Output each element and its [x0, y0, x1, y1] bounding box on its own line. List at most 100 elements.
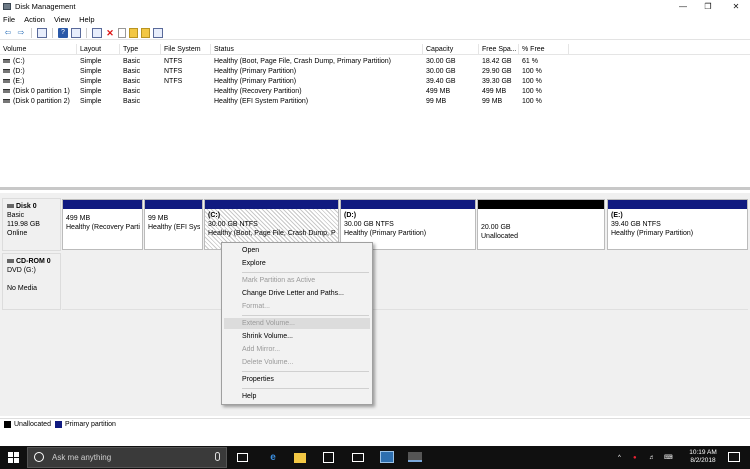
legend-item-unallocated: Unallocated — [4, 421, 51, 428]
menu-item-format[interactable]: Format... — [242, 301, 270, 312]
volume-list: Volume Layout Type File System Status Ca… — [0, 44, 750, 190]
disk-management-icon[interactable] — [408, 452, 422, 462]
cdrom-drive: DVD (G:) — [7, 267, 36, 274]
disk-map: Disk 0 Basic 119.98 GB Online 499 MB Hea… — [0, 193, 750, 416]
disk-state: Online — [7, 230, 28, 237]
volume-free-space: 99 MB — [482, 98, 503, 105]
maximize-button[interactable]: ❐ — [694, 0, 722, 13]
edge-icon[interactable]: e — [266, 450, 280, 464]
partition-efi[interactable]: 99 MB Healthy (EFI Syst — [144, 199, 203, 250]
disk-size: 119.98 GB — [7, 221, 40, 228]
cdrom-name: CD-ROM 0 — [16, 258, 51, 265]
volume-icon — [3, 69, 10, 74]
partition-status: Healthy (Boot, Page File, Crash Dump, Pr — [208, 230, 336, 237]
menu-action[interactable]: Action — [24, 15, 45, 24]
view-icon[interactable] — [153, 27, 163, 38]
column-header-volume[interactable]: Volume — [0, 44, 77, 55]
help-icon[interactable]: ? — [58, 27, 68, 38]
volume-status: Healthy (Primary Partition) — [214, 78, 297, 85]
volume-status: Healthy (Primary Partition) — [214, 68, 297, 75]
language-icon[interactable]: ⌨ — [664, 446, 673, 469]
menu-item-properties[interactable]: Properties — [242, 374, 274, 385]
column-header-type[interactable]: Type — [120, 44, 161, 55]
close-button[interactable]: ✕ — [722, 0, 750, 13]
folder-icon[interactable] — [129, 27, 138, 38]
column-header-layout[interactable]: Layout — [77, 44, 120, 55]
column-header-capacity[interactable]: Capacity — [423, 44, 479, 55]
toolbar-separator — [52, 27, 53, 38]
connect-icon[interactable] — [92, 27, 102, 38]
partition-bar — [145, 200, 202, 209]
taskbar: Ask me anything e ^ ● ♬ ⌨ 10:19 AM 8/2/2… — [0, 446, 750, 469]
title-bar: Disk Management — [0, 0, 750, 13]
partition-status: Unallocated — [481, 233, 518, 240]
menu-view[interactable]: View — [54, 15, 70, 24]
volume-row[interactable]: (D:) Simple Basic NTFS Healthy (Primary … — [0, 67, 750, 77]
volume-type: Basic — [123, 58, 141, 65]
network-icon[interactable]: ● — [633, 446, 637, 469]
column-header-file-system[interactable]: File System — [161, 44, 211, 55]
delete-icon[interactable]: ✕ — [105, 28, 115, 38]
volume-row[interactable]: (C:) Simple Basic NTFS Healthy (Boot, Pa… — [0, 57, 750, 67]
details-view-icon[interactable] — [71, 27, 81, 38]
task-view-icon[interactable] — [237, 453, 248, 462]
volume-name: (Disk 0 partition 2) — [13, 98, 70, 105]
partition-size: 99 MB — [148, 215, 169, 222]
microphone-icon[interactable] — [215, 452, 220, 461]
menu-help[interactable]: Help — [79, 15, 94, 24]
search-placeholder: Ask me anything — [52, 453, 112, 462]
menu-item-change-drive-letter[interactable]: Change Drive Letter and Paths... — [242, 288, 344, 299]
menu-separator — [242, 272, 369, 273]
column-header-free-space[interactable]: Free Spa... — [479, 44, 519, 55]
volume-row[interactable]: (Disk 0 partition 1) Simple Basic Health… — [0, 87, 750, 97]
partition-size: 30.00 GB NTFS — [344, 221, 394, 228]
volume-row[interactable]: (Disk 0 partition 2) Simple Basic Health… — [0, 97, 750, 107]
menu-file[interactable]: File — [3, 15, 15, 24]
menu-item-delete-volume[interactable]: Delete Volume... — [242, 357, 293, 368]
menu-item-add-mirror[interactable]: Add Mirror... — [242, 344, 280, 355]
back-arrow-icon[interactable]: ⇦ — [3, 28, 13, 38]
menu-item-explore[interactable]: Explore — [242, 258, 266, 269]
partition-unallocated[interactable]: 20.00 GB Unallocated — [477, 199, 605, 250]
store-icon[interactable] — [323, 452, 334, 463]
volume-status: Healthy (Recovery Partition) — [214, 88, 302, 95]
search-box[interactable]: Ask me anything — [27, 447, 227, 468]
properties-icon[interactable] — [141, 27, 150, 38]
menu-item-open[interactable]: Open — [242, 245, 259, 256]
disk-icon — [7, 204, 14, 209]
partition-size: 30.00 GB NTFS — [208, 221, 258, 228]
start-button[interactable] — [8, 452, 19, 463]
column-header-percent-free[interactable]: % Free — [519, 44, 569, 55]
menu-item-extend-volume[interactable]: Extend Volume... — [242, 318, 295, 329]
volume-row[interactable]: (E:) Simple Basic NTFS Healthy (Primary … — [0, 77, 750, 87]
legend-label: Primary partition — [64, 421, 116, 428]
forward-arrow-icon[interactable]: ⇨ — [16, 28, 26, 38]
volume-icon[interactable]: ♬ — [649, 446, 655, 469]
volume-type: Basic — [123, 88, 141, 95]
mail-icon[interactable] — [352, 453, 364, 462]
show-console-tree-icon[interactable] — [37, 27, 47, 38]
clock-time: 10:19 AM — [689, 449, 717, 456]
checkmark-document-icon[interactable] — [118, 27, 126, 38]
legend: Unallocated Primary partition — [0, 418, 750, 430]
partition-recovery[interactable]: 499 MB Healthy (Recovery Partiti — [62, 199, 143, 250]
volume-file-system: NTFS — [164, 58, 183, 65]
file-explorer-icon[interactable] — [294, 453, 306, 463]
menu-item-shrink-volume[interactable]: Shrink Volume... — [242, 331, 293, 342]
toolbar: ⇦ ⇨ ? ✕ — [0, 26, 750, 40]
minimize-button[interactable]: — — [669, 0, 697, 13]
partition-e[interactable]: (E:) 39.40 GB NTFS Healthy (Primary Part… — [607, 199, 748, 250]
remote-desktop-icon[interactable] — [380, 451, 394, 463]
cdrom-header[interactable]: CD-ROM 0 DVD (G:) No Media — [2, 253, 61, 310]
menu-item-help[interactable]: Help — [242, 391, 256, 402]
volume-percent-free: 61 % — [522, 58, 538, 65]
legend-item-primary: Primary partition — [54, 421, 116, 428]
volume-free-space: 499 MB — [482, 88, 507, 95]
menu-item-mark-active[interactable]: Mark Partition as Active — [242, 275, 315, 286]
partition-status: Healthy (EFI Syst — [148, 224, 200, 231]
chevron-up-icon[interactable]: ^ — [618, 446, 621, 469]
action-center-icon[interactable] — [728, 452, 740, 462]
disk-0-header[interactable]: Disk 0 Basic 119.98 GB Online — [2, 198, 61, 251]
column-header-status[interactable]: Status — [211, 44, 423, 55]
clock[interactable]: 10:19 AM 8/2/2018 — [683, 449, 723, 465]
